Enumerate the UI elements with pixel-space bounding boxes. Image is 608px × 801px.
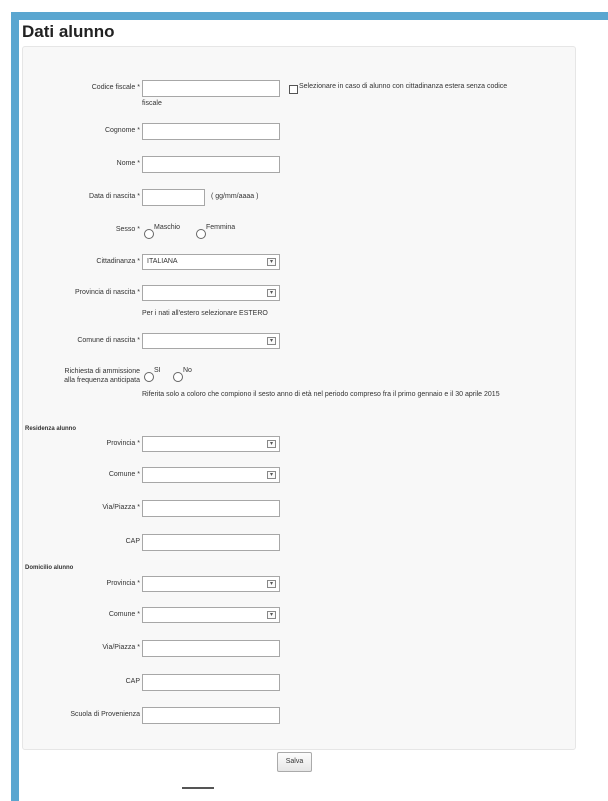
chevron-down-icon: ▾ [267,580,276,588]
sesso-femmina-label: Femmina [206,224,236,231]
domicilio-cap-label: CAP [125,678,140,685]
save-button[interactable]: Salva [277,752,312,772]
residenza-cap-input[interactable] [142,534,280,551]
anticipata-no-radio[interactable] [173,372,183,382]
scuola-provenienza-label: Scuola di Provenienza [70,711,140,718]
estero-checkbox[interactable] [289,85,298,94]
anticipata-no-label: No [183,367,192,374]
sesso-femmina-radio[interactable] [196,229,206,239]
content-area: Dati alunno Codice fiscale * Selezionare… [19,20,608,801]
data-format-hint: ( gg/mm/aaaa ) [211,193,259,200]
sesso-label: Sesso * [115,226,140,233]
nome-label: Nome * [116,160,140,167]
codice-fiscale-input[interactable] [142,80,280,97]
anticipata-si-label: SI [154,367,161,374]
domicilio-cap-input[interactable] [142,674,280,691]
comune-nascita-label: Comune di nascita * [77,337,140,344]
estero-checkbox-label: Selezionare in caso di alunno con cittad… [299,83,508,90]
residenza-via-input[interactable] [142,500,280,517]
domicilio-comune-label: Comune * [108,611,140,618]
sesso-maschio-radio[interactable] [144,229,154,239]
domicilio-provincia-label: Provincia * [106,580,140,587]
chevron-down-icon: ▾ [267,289,276,297]
chevron-down-icon: ▾ [267,440,276,448]
chevron-down-icon: ▾ [267,611,276,619]
residenza-comune-label: Comune * [108,471,140,478]
cittadinanza-select[interactable]: ITALIANA ▾ [142,254,280,270]
domicilio-comune-select[interactable]: ▾ [142,607,280,623]
anticipata-label: Richiesta di ammissione alla frequenza a… [64,368,140,384]
codice-fiscale-label: Codice fiscale * [91,84,140,91]
nome-input[interactable] [142,156,280,173]
residenza-heading: Residenza alunno [25,426,77,432]
page-title: Dati alunno [22,22,115,41]
form-panel: Codice fiscale * Selezionare in caso di … [22,46,576,750]
cittadinanza-label: Cittadinanza * [96,258,140,265]
cognome-input[interactable] [142,123,280,140]
domicilio-heading: Domicilio alunno [25,565,74,571]
anticipata-note: Riferita solo a coloro che compiono il s… [142,391,500,398]
anticipata-si-radio[interactable] [144,372,154,382]
window-frame: Dati alunno Codice fiscale * Selezionare… [11,12,608,801]
estero-note: Per i nati all'estero selezionare ESTERO [142,310,268,317]
domicilio-via-input[interactable] [142,640,280,657]
cittadinanza-value: ITALIANA [147,258,178,265]
residenza-provincia-label: Provincia * [106,440,140,447]
domicilio-via-label: Via/Piazza * [102,644,140,651]
provincia-nascita-label: Provincia di nascita * [75,289,140,296]
scroll-indicator [182,787,214,789]
chevron-down-icon: ▾ [267,471,276,479]
cognome-label: Cognome * [104,127,140,134]
residenza-cap-label: CAP [125,538,140,545]
data-nascita-input[interactable] [142,189,205,206]
provincia-nascita-select[interactable]: ▾ [142,285,280,301]
residenza-comune-select[interactable]: ▾ [142,467,280,483]
estero-checkbox-label-cont: fiscale [142,100,162,107]
data-nascita-label: Data di nascita * [89,193,140,200]
domicilio-provincia-select[interactable]: ▾ [142,576,280,592]
scuola-provenienza-input[interactable] [142,707,280,724]
chevron-down-icon: ▾ [267,337,276,345]
chevron-down-icon: ▾ [267,258,276,266]
residenza-provincia-select[interactable]: ▾ [142,436,280,452]
sesso-maschio-label: Maschio [154,224,181,231]
residenza-via-label: Via/Piazza * [102,504,140,511]
comune-nascita-select[interactable]: ▾ [142,333,280,349]
